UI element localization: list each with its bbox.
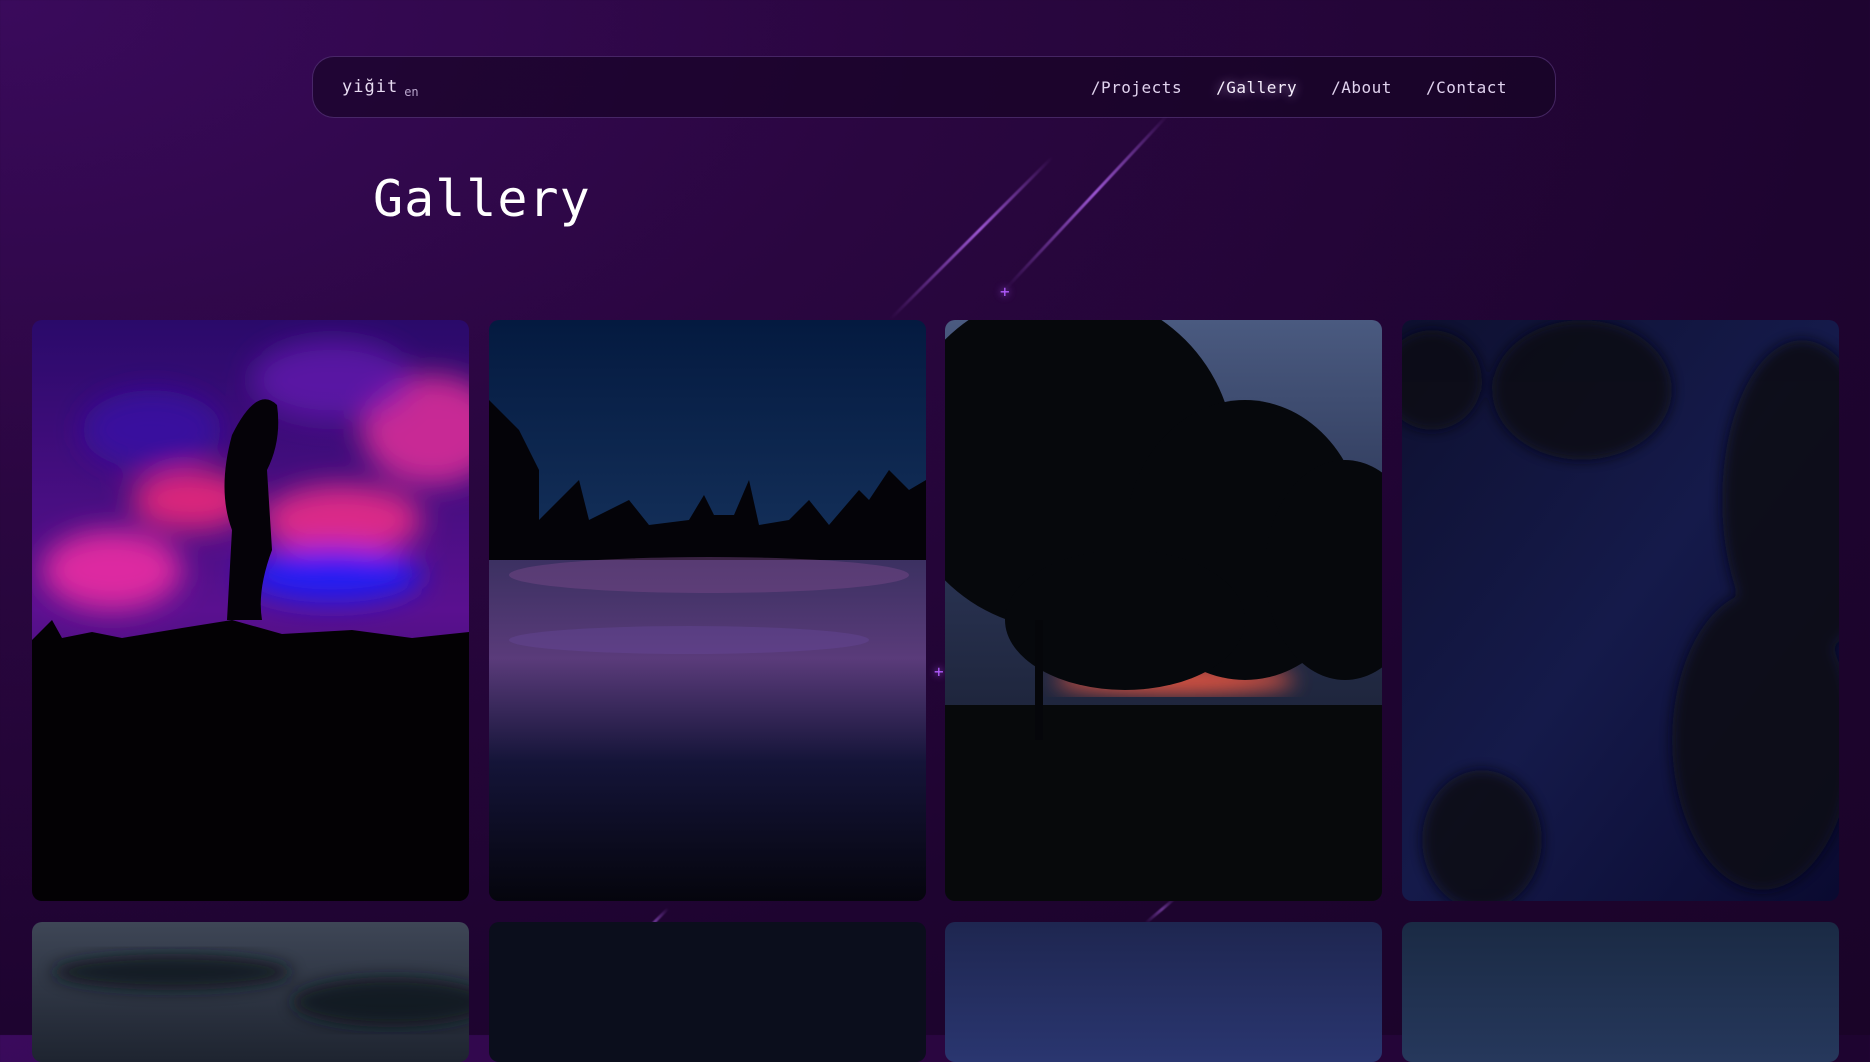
sparkle-icon: + <box>1000 282 1010 301</box>
photo-image <box>32 922 469 1062</box>
nav-contact[interactable]: /Contact <box>1426 78 1507 97</box>
gallery-photo-silhouette-pink-clouds[interactable] <box>32 320 469 901</box>
gallery-photo-night-sky-leaves[interactable] <box>1402 320 1839 901</box>
decorative-streak <box>1003 112 1170 291</box>
photo-image <box>945 320 1382 901</box>
nav-about[interactable]: /About <box>1331 78 1392 97</box>
brand-logo[interactable]: yiğit en <box>342 77 419 99</box>
brand-name: yiğit <box>342 77 399 97</box>
gallery-photo-city-sunset-reflection[interactable] <box>489 320 926 901</box>
gallery-photo-blue-sky[interactable] <box>945 922 1382 1062</box>
top-navbar: yiğit en /Projects /Gallery /About /Cont… <box>312 56 1556 118</box>
photo-image <box>489 922 926 1062</box>
language-switch[interactable]: en <box>404 85 418 99</box>
photo-image <box>32 320 469 901</box>
photo-image <box>945 922 1382 1062</box>
gallery-photo-trees-dusk[interactable] <box>945 320 1382 901</box>
nav-gallery[interactable]: /Gallery <box>1216 78 1297 97</box>
sparkle-icon: + <box>934 662 944 681</box>
photo-image <box>489 320 926 901</box>
photo-image <box>1402 922 1839 1062</box>
gallery-photo-dark-night[interactable] <box>489 922 926 1062</box>
photo-image <box>1402 320 1839 901</box>
decorative-streak <box>888 155 1054 321</box>
gallery-photo-cloudy-sky[interactable] <box>32 922 469 1062</box>
page-title: Gallery <box>373 170 591 228</box>
main-nav: /Projects /Gallery /About /Contact <box>1091 78 1507 97</box>
gallery-photo-blue-sky-2[interactable] <box>1402 922 1839 1062</box>
nav-projects[interactable]: /Projects <box>1091 78 1182 97</box>
